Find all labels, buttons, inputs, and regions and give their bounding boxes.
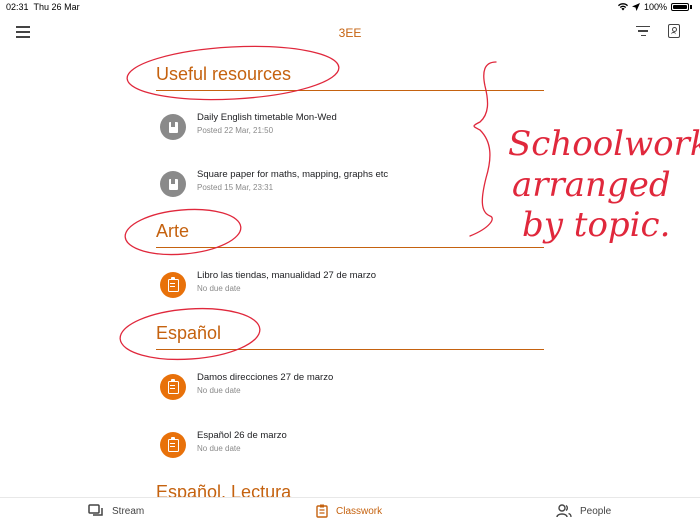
battery-percent: 100% (643, 2, 667, 12)
bottom-nav: Stream Classwork People (0, 497, 700, 526)
item-title: Daily English timetable Mon-Wed (197, 112, 337, 123)
tab-stream[interactable]: Stream (88, 504, 144, 518)
tab-label: Classwork (336, 505, 383, 517)
list-item[interactable]: Daily English timetable Mon-Wed Posted 2… (160, 112, 540, 152)
item-subtitle: No due date (197, 386, 241, 395)
filter-icon[interactable] (636, 26, 650, 38)
assignment-icon (160, 374, 186, 400)
list-item[interactable]: Español 26 de marzo No due date (160, 430, 540, 470)
stream-icon (88, 504, 103, 516)
list-item[interactable]: Damos direcciones 27 de marzo No due dat… (160, 372, 540, 412)
class-drive-icon[interactable] (668, 24, 680, 38)
classwork-icon (316, 504, 328, 518)
assignment-icon (160, 272, 186, 298)
tab-people[interactable]: People (556, 504, 611, 518)
status-time-date: 02:31 Thu 26 Mar (6, 2, 80, 12)
status-right: 100% (617, 2, 692, 12)
list-item[interactable]: Libro las tiendas, manualidad 27 de marz… (160, 270, 540, 310)
topic-heading-useful-resources: Useful resources (156, 64, 292, 84)
status-date: Thu 26 Mar (33, 2, 80, 12)
item-title: Damos direcciones 27 de marzo (197, 372, 334, 383)
list-item[interactable]: Square paper for maths, mapping, graphs … (160, 169, 540, 209)
item-subtitle: Posted 15 Mar, 23:31 (197, 183, 274, 192)
battery-icon (671, 3, 689, 11)
item-subtitle: Posted 22 Mar, 21:50 (197, 126, 274, 135)
item-subtitle: No due date (197, 444, 241, 453)
class-title: 3EE (338, 26, 362, 40)
topic-heading-arte: Arte (156, 221, 190, 241)
battery-cap (690, 5, 692, 9)
annotation-line-3: by topic. (522, 205, 670, 245)
topic-divider (156, 349, 544, 350)
people-icon (556, 504, 572, 518)
assignment-icon (160, 432, 186, 458)
topic-heading-espanol: Español (156, 323, 222, 343)
status-time: 02:31 (6, 2, 29, 12)
tab-classwork[interactable]: Classwork (316, 504, 382, 518)
status-bar: 02:31 Thu 26 Mar 100% (0, 0, 700, 14)
tab-label: Stream (112, 505, 145, 517)
app-bar: 3EE (0, 18, 700, 48)
tab-label: People (580, 505, 612, 517)
location-icon (631, 3, 640, 11)
wifi-icon (617, 3, 628, 11)
item-subtitle: No due date (197, 284, 241, 293)
material-icon (160, 114, 186, 140)
item-title: Español 26 de marzo (197, 430, 287, 441)
item-title: Libro las tiendas, manualidad 27 de marz… (197, 270, 377, 281)
material-icon (160, 171, 186, 197)
item-title: Square paper for maths, mapping, graphs … (197, 169, 389, 180)
topic-divider (156, 90, 544, 91)
topic-divider (156, 247, 544, 248)
